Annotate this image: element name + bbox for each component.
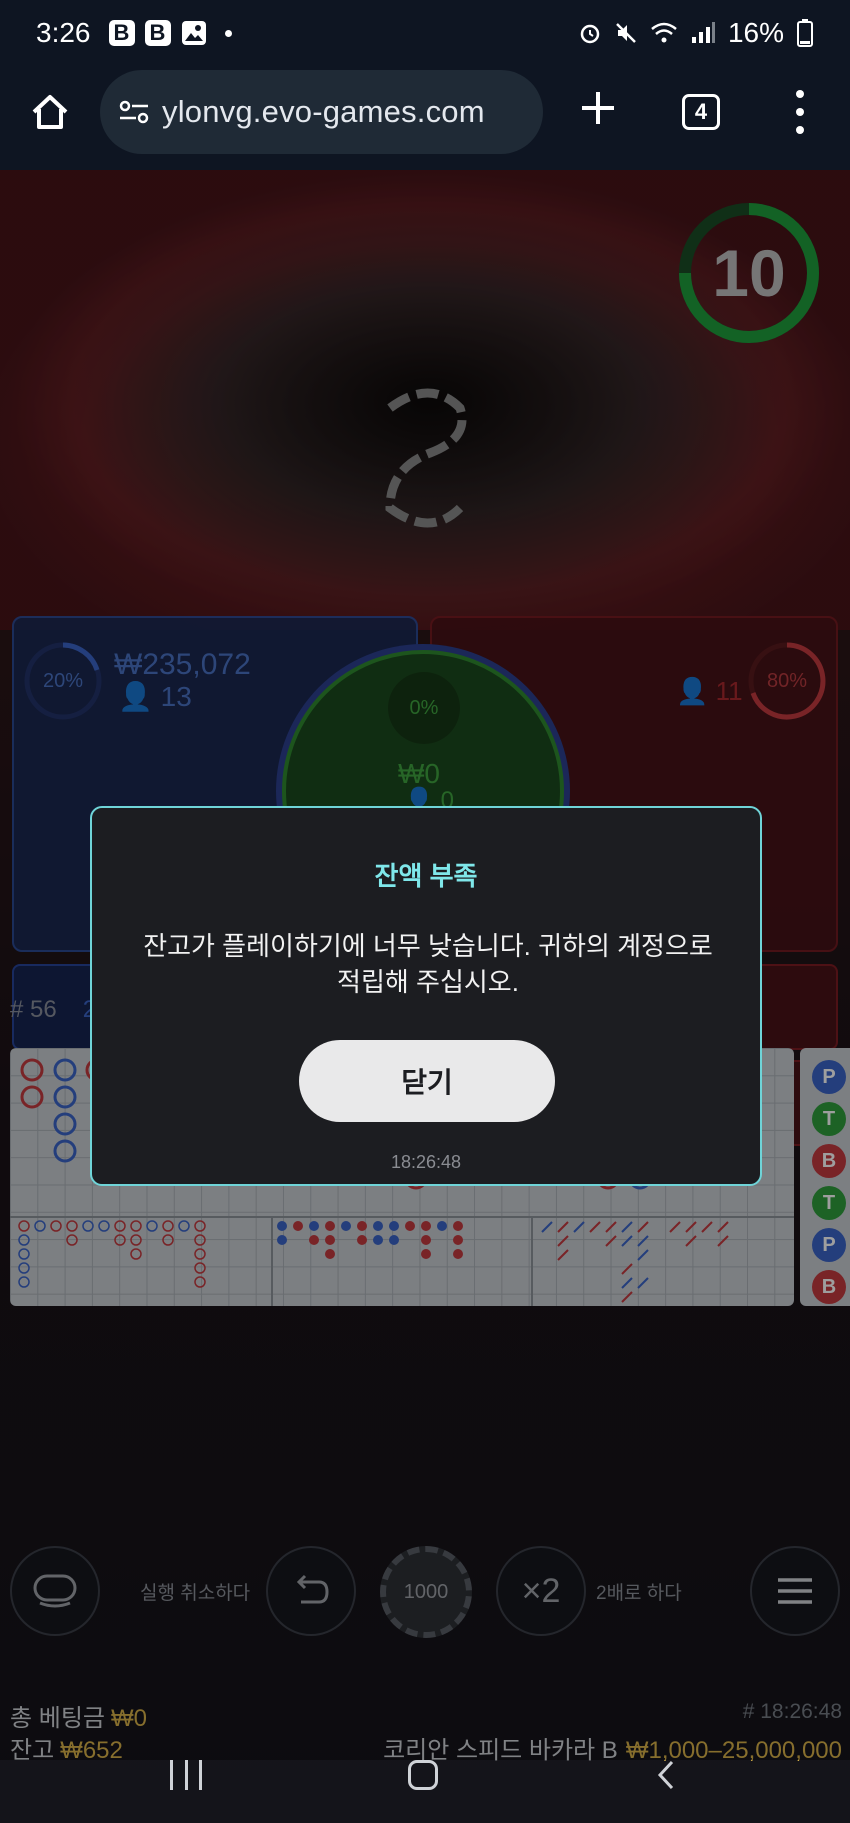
recent-apps-icon[interactable] [170,1760,202,1790]
wifi-icon [651,22,677,43]
tab-switcher-button[interactable]: 4 [682,94,720,130]
new-tab-icon[interactable] [576,86,620,130]
more-notifications-dot [224,29,232,37]
dialog-timestamp: 18:26:48 [390,1152,462,1172]
insufficient-balance-dialog: 잔액 부족 잔고가 플레이하기에 너무 낮습니다. 귀하의 계정으로 적립해 주… [90,806,762,1186]
gallery-icon [181,21,206,45]
dialog-message: 잔고가 플레이하기에 너무 낮습니다. 귀하의 계정으로 적립해 주십시오. [143,931,713,997]
browser-menu-icon[interactable] [790,90,810,134]
close-button[interactable]: 닫기 [299,1040,555,1122]
nav-home-icon[interactable] [408,1760,438,1790]
status-bar: 3:26 B B 16% [0,0,850,66]
system-icons: 16% [578,17,814,49]
app-notification-icon: B [144,20,171,46]
home-icon[interactable] [28,90,72,134]
address-bar[interactable]: ylonvg.evo-games.com [100,70,543,154]
app-notification-icon: B [108,20,135,46]
browser-toolbar: ylonvg.evo-games.com 4 [0,66,850,170]
battery-percent: 16% [727,17,784,48]
mute-icon [616,23,636,43]
android-nav-bar [0,1760,850,1823]
alarm-icon [580,24,600,44]
url-text[interactable]: ylonvg.evo-games.com [162,94,485,130]
back-icon[interactable] [652,1760,682,1790]
signal-icon [691,22,715,43]
dialog-title: 잔액 부족 [374,861,478,891]
battery-icon [797,19,813,47]
status-time: 3:26 [36,17,91,48]
notification-icons: B B [108,20,232,46]
site-settings-icon[interactable] [116,94,152,130]
